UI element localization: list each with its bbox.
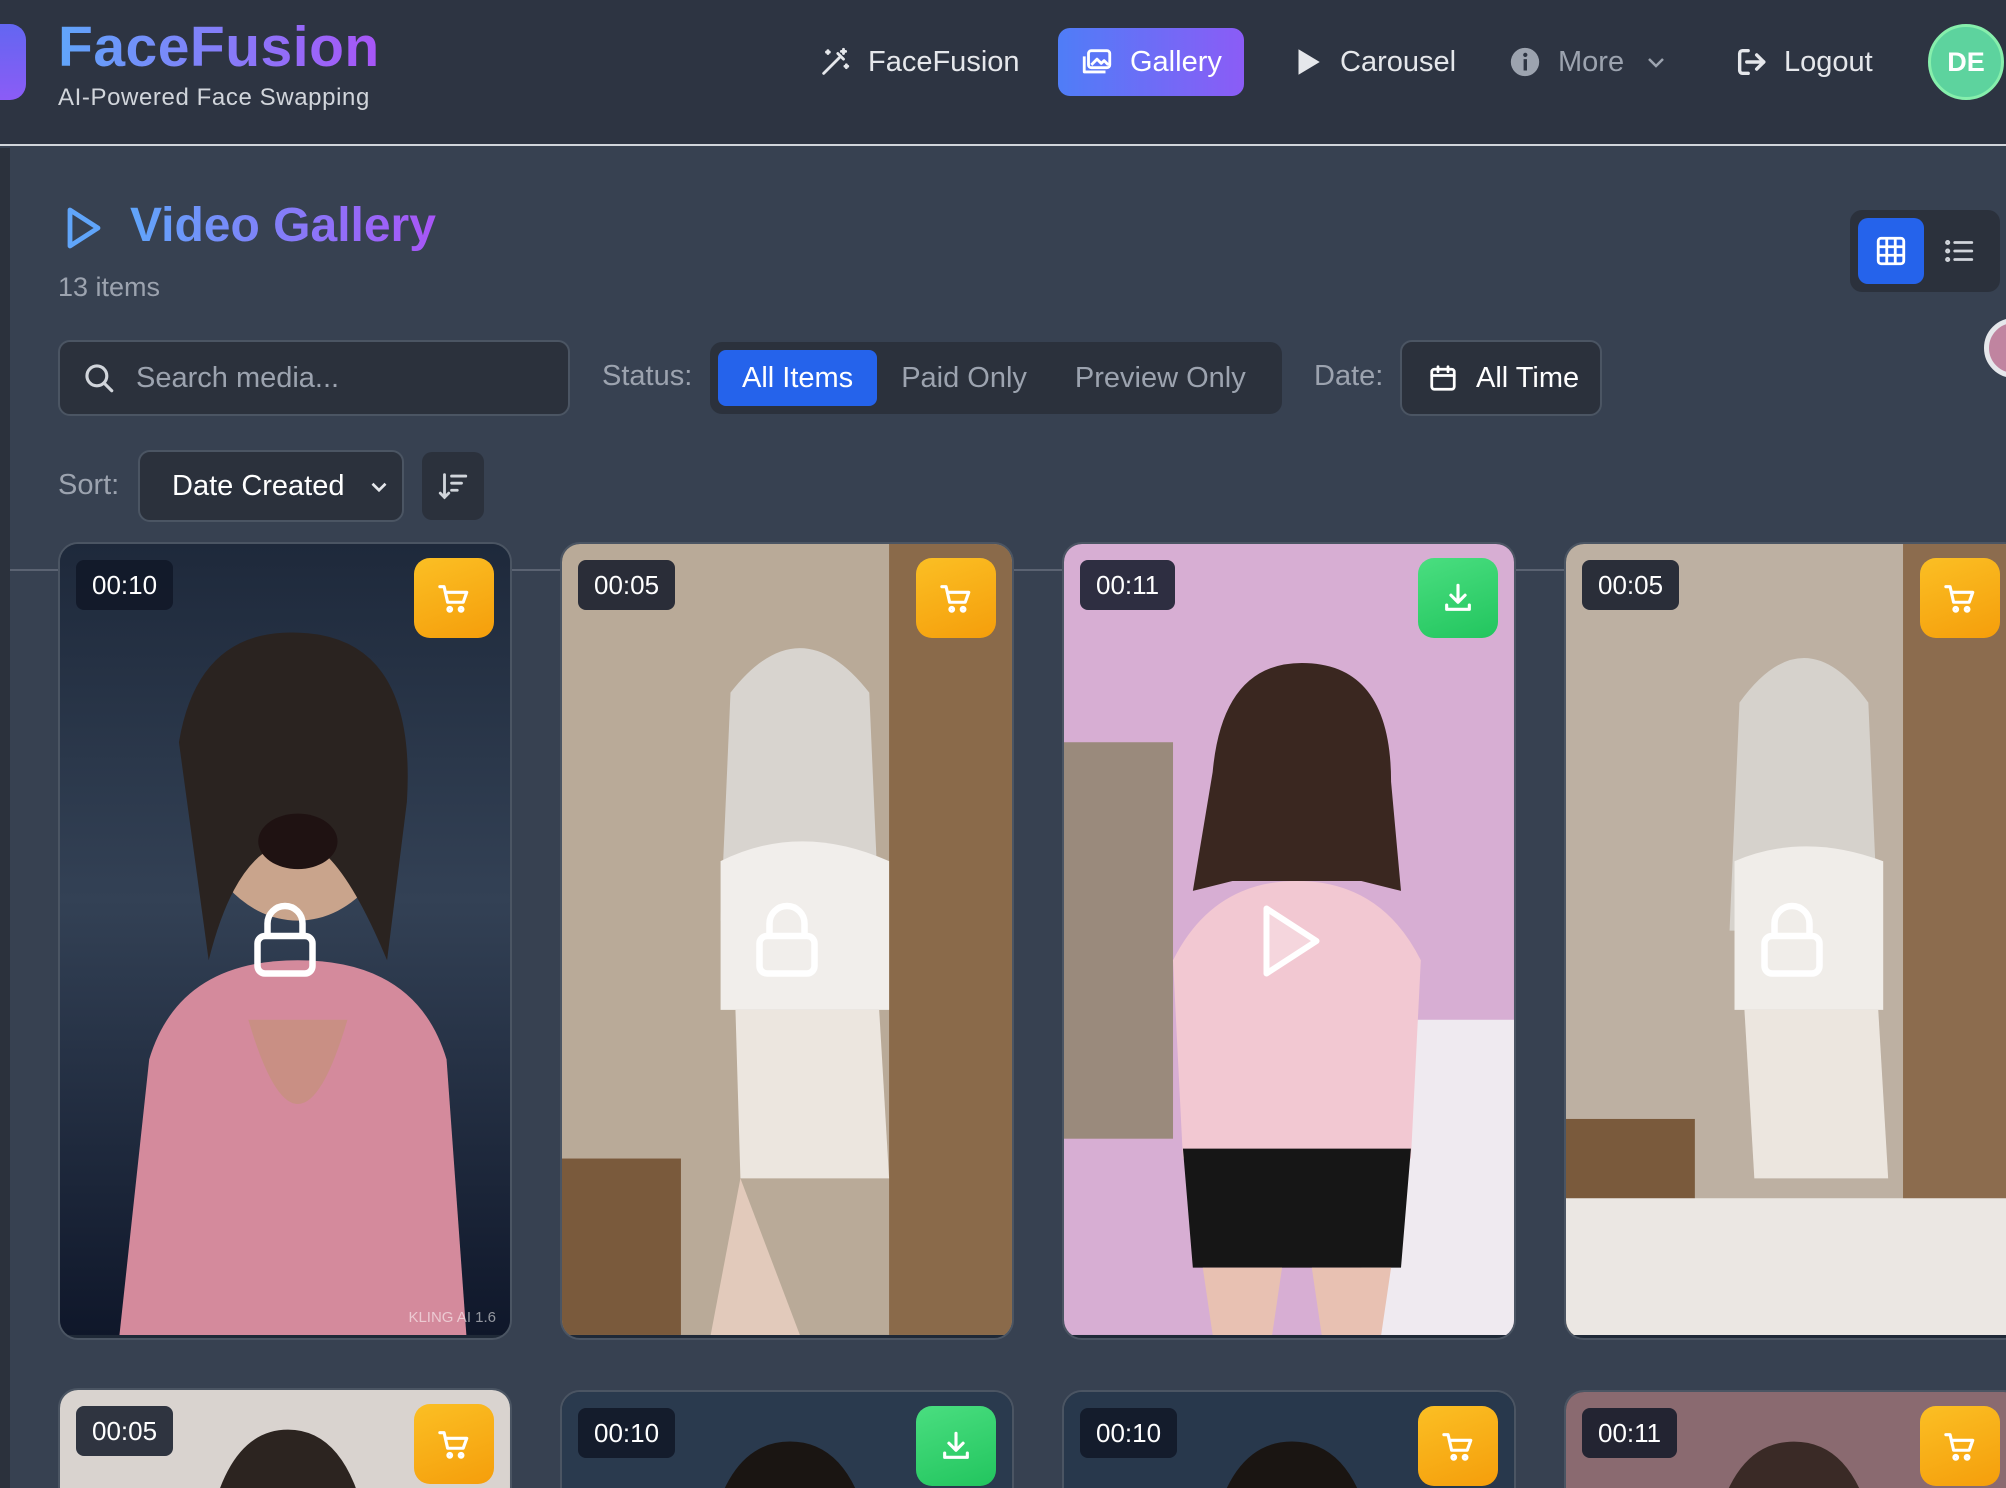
- lock-icon: [756, 902, 818, 977]
- buy-button[interactable]: [414, 558, 494, 638]
- info-icon: [1510, 47, 1540, 77]
- grid-icon: [1876, 236, 1906, 266]
- duration-badge: 00:11: [1582, 1408, 1678, 1458]
- nav-item-carousel[interactable]: Carousel: [1268, 28, 1478, 96]
- media-card[interactable]: 00:11: [1564, 1390, 2006, 1488]
- brand-title[interactable]: FaceFusion: [58, 14, 380, 80]
- download-button[interactable]: [916, 1406, 996, 1486]
- sort-descending-icon: [438, 473, 468, 500]
- status-preview-only[interactable]: Preview Only: [1051, 350, 1270, 406]
- buy-button[interactable]: [916, 558, 996, 638]
- nav-label: Gallery: [1130, 45, 1222, 78]
- shopping-cart-icon: [940, 585, 971, 613]
- play-icon[interactable]: [1254, 901, 1324, 981]
- play-icon: [1298, 49, 1320, 75]
- list-icon: [1945, 239, 1974, 263]
- media-card[interactable]: 00:05: [560, 542, 1014, 1340]
- play-outline-icon: [67, 207, 101, 249]
- media-card[interactable]: 00:05: [58, 1388, 512, 1488]
- chevron-down-icon: [371, 482, 387, 493]
- nav-label: Logout: [1784, 45, 1873, 78]
- download-icon: [1445, 583, 1471, 611]
- buy-button[interactable]: [414, 1404, 494, 1484]
- page-title: Video Gallery: [130, 199, 436, 252]
- duration-badge: 00:10: [76, 560, 174, 610]
- search-input[interactable]: [136, 361, 536, 395]
- duration-badge: 00:10: [1080, 1408, 1178, 1458]
- nav-label: More: [1558, 45, 1625, 78]
- media-card[interactable]: 00:10 KLING AI 1.6: [58, 542, 512, 1340]
- duration-badge: 00:11: [1080, 560, 1176, 610]
- list-view-button[interactable]: [1926, 218, 1992, 284]
- nav-label: Carousel: [1340, 45, 1457, 78]
- images-icon: [1082, 49, 1112, 74]
- date-label: Date:: [1314, 360, 1384, 392]
- shopping-cart-icon: [1944, 1433, 1975, 1461]
- search-icon: [85, 364, 114, 393]
- media-card[interactable]: 00:11: [1062, 542, 1516, 1340]
- top-navbar: FaceFusion AI-Powered Face Swapping Face…: [0, 0, 2006, 146]
- nav-item-logout[interactable]: Logout: [1712, 28, 1895, 96]
- logout-icon: [1737, 48, 1766, 76]
- duration-badge: 00:05: [1582, 560, 1680, 610]
- avatar[interactable]: DE: [1928, 24, 2004, 100]
- nav-item-more[interactable]: More: [1486, 28, 1690, 96]
- item-count: 13 items: [58, 272, 161, 302]
- date-value: All Time: [1476, 361, 1580, 394]
- media-card[interactable]: 00:10: [560, 1390, 1014, 1488]
- sort-value: Date Created: [172, 469, 345, 502]
- buy-button[interactable]: [1920, 1406, 2000, 1486]
- watermark: KLING AI 1.6: [408, 1309, 496, 1326]
- status-filter: All Items Paid Only Preview Only: [710, 342, 1282, 414]
- shopping-cart-icon: [1442, 1433, 1473, 1461]
- nav-label: FaceFusion: [868, 45, 1020, 78]
- status-label: Status:: [602, 360, 693, 392]
- duration-badge: 00:05: [76, 1406, 174, 1456]
- lock-icon: [254, 902, 316, 977]
- brand-subtitle: AI-Powered Face Swapping: [58, 84, 370, 111]
- duration-badge: 00:10: [578, 1408, 676, 1458]
- status-paid-only[interactable]: Paid Only: [877, 350, 1051, 406]
- buy-button[interactable]: [1418, 1406, 1498, 1486]
- sort-label: Sort:: [58, 469, 120, 501]
- buy-button[interactable]: [1920, 558, 2000, 638]
- status-all-items[interactable]: All Items: [718, 350, 878, 406]
- shopping-cart-icon: [438, 1431, 469, 1459]
- floating-avatar[interactable]: [1984, 318, 2006, 378]
- nav-item-facefusion[interactable]: FaceFusion: [796, 28, 1042, 96]
- sort-direction-button[interactable]: [422, 452, 484, 520]
- grid-view-button[interactable]: [1858, 218, 1924, 284]
- left-rail: [0, 148, 10, 1488]
- logo-icon: [0, 24, 26, 100]
- sort-select[interactable]: Date Created: [138, 450, 404, 522]
- shopping-cart-icon: [1944, 585, 1975, 613]
- date-filter-button[interactable]: All Time: [1400, 340, 1602, 416]
- view-toggle: [1850, 210, 2000, 292]
- search-box[interactable]: [58, 340, 570, 416]
- shopping-cart-icon: [438, 585, 469, 613]
- download-icon: [943, 1431, 969, 1459]
- download-button[interactable]: [1418, 558, 1498, 638]
- chevron-down-icon: [1648, 58, 1664, 68]
- nav-item-gallery[interactable]: Gallery: [1058, 28, 1244, 96]
- media-card[interactable]: 00:10: [1062, 1390, 1516, 1488]
- media-card[interactable]: 00:05: [1564, 542, 2006, 1340]
- calendar-icon: [1430, 365, 1456, 391]
- magic-wand-icon: [822, 47, 850, 75]
- duration-badge: 00:05: [578, 560, 676, 610]
- lock-icon: [1761, 902, 1823, 977]
